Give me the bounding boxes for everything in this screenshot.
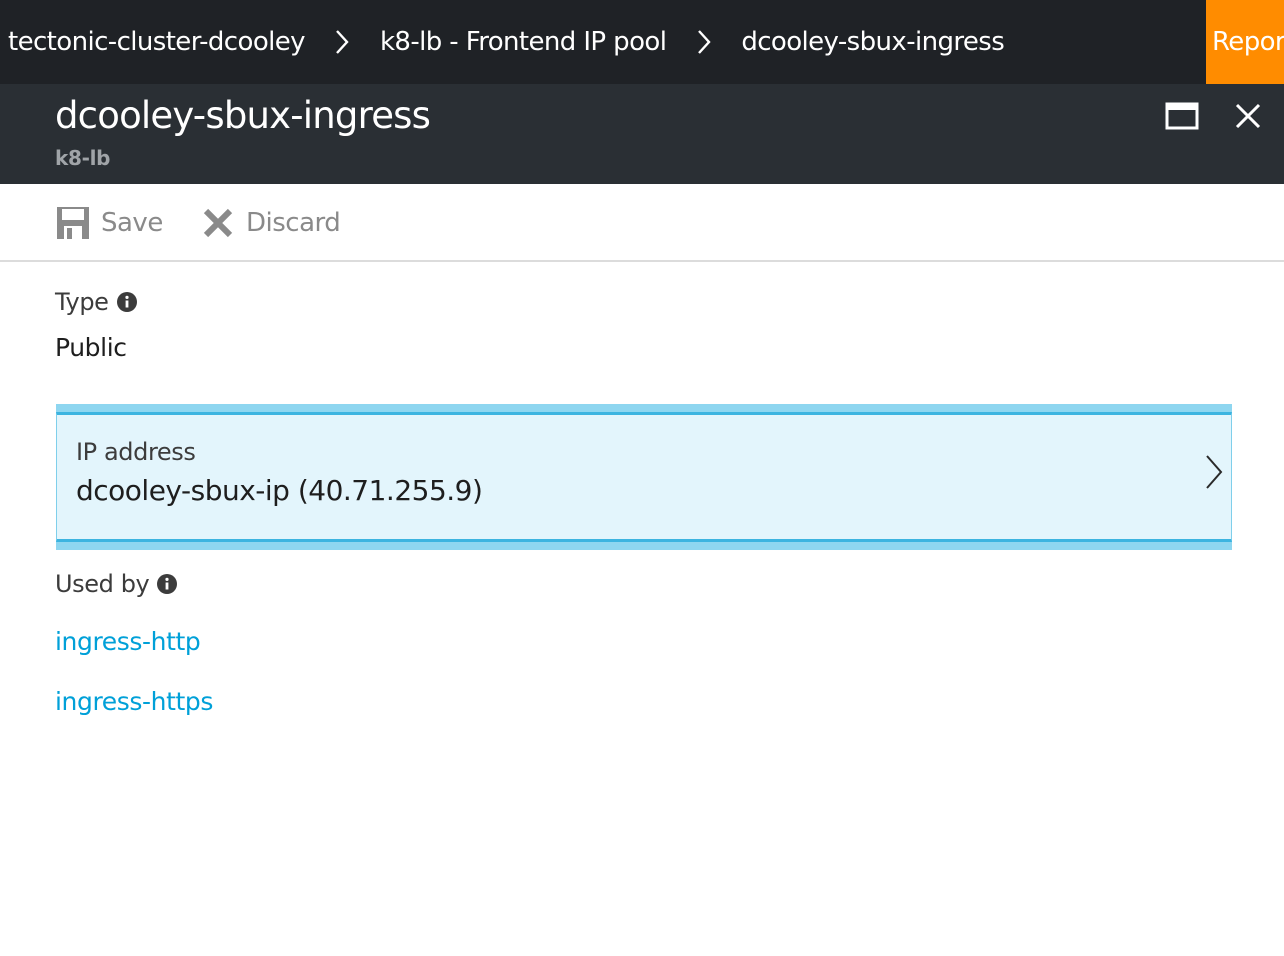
breadcrumb-items: tectonic-cluster-dcooley k8-lb - Fronten…	[0, 0, 1005, 84]
close-icon[interactable]	[1230, 98, 1266, 134]
ip-address-value: dcooley-sbux-ip (40.71.255.9)	[76, 474, 483, 507]
type-field-label: Type	[55, 288, 137, 316]
command-bar: Save Discard	[0, 184, 1284, 262]
info-icon[interactable]	[157, 574, 178, 594]
used-by-link-ingress-https[interactable]: ingress-https	[55, 687, 213, 716]
info-icon[interactable]	[116, 292, 137, 312]
save-label: Save	[101, 208, 163, 238]
breadcrumb-item-current[interactable]: dcooley-sbux-ingress	[741, 27, 1004, 57]
discard-label: Discard	[246, 208, 341, 238]
type-label: Type	[55, 288, 109, 316]
used-by-label-row: Used by	[55, 570, 178, 598]
breadcrumb-item-cluster[interactable]: tectonic-cluster-dcooley	[8, 27, 306, 57]
discard-button[interactable]: Discard	[200, 204, 341, 242]
chevron-right-icon	[305, 0, 380, 84]
save-icon	[55, 205, 91, 241]
page-subtitle: k8-lb	[55, 146, 111, 170]
ip-address-row[interactable]: IP address dcooley-sbux-ip (40.71.255.9)	[56, 404, 1232, 550]
report-button[interactable]: Report	[1206, 0, 1284, 84]
page-title: dcooley-sbux-ingress	[55, 94, 431, 137]
type-value: Public	[55, 333, 127, 362]
breadcrumb-item-frontend-ip-pool[interactable]: k8-lb - Frontend IP pool	[380, 27, 667, 57]
blade-header: dcooley-sbux-ingress k8-lb	[0, 84, 1284, 184]
discard-icon	[200, 205, 236, 241]
ip-address-label: IP address	[76, 438, 196, 466]
used-by-link-ingress-http[interactable]: ingress-http	[55, 627, 201, 656]
chevron-right-icon	[1202, 452, 1226, 492]
used-by-label: Used by	[55, 570, 150, 598]
maximize-icon[interactable]	[1164, 98, 1200, 134]
chevron-right-icon	[666, 0, 741, 84]
save-button[interactable]: Save	[55, 204, 163, 242]
breadcrumb: tectonic-cluster-dcooley k8-lb - Fronten…	[0, 0, 1284, 84]
